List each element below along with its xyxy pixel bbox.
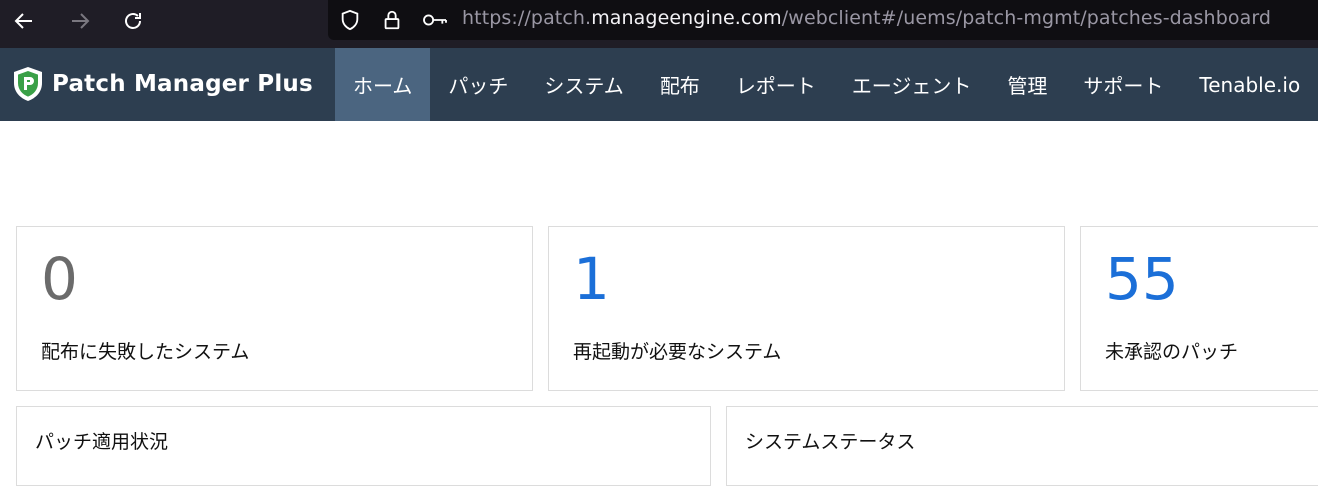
panel-title: パッチ適用状況 — [35, 431, 169, 453]
app-name: Patch Manager Plus — [52, 71, 313, 97]
metric-card-reboot-required[interactable]: 1 再起動が必要なシステム — [548, 226, 1065, 391]
panel-patch-status: パッチ適用状況 — [16, 406, 711, 486]
metric-label: 再起動が必要なシステム — [573, 341, 782, 363]
metric-value[interactable]: 0 — [41, 245, 78, 313]
menu-item-deployment[interactable]: 配布 — [642, 48, 718, 121]
address-bar[interactable]: https://patch.manageengine.com/webclient… — [328, 0, 1318, 40]
menu-item-admin[interactable]: 管理 — [989, 48, 1065, 121]
menu-item-support[interactable]: サポート — [1065, 48, 1181, 121]
menu-item-tenable[interactable]: Tenable.io — [1181, 48, 1318, 121]
back-arrow-icon[interactable] — [6, 6, 42, 36]
menu-item-reports[interactable]: レポート — [718, 48, 834, 121]
main-menu: ホーム パッチ システム 配布 レポート エージェント 管理 サポート Tena… — [335, 48, 1318, 121]
panel-system-status: システムステータス — [726, 406, 1318, 486]
metric-card-unapproved-patches[interactable]: 55 未承認のパッチ — [1080, 226, 1318, 391]
reload-icon[interactable] — [115, 6, 151, 36]
forward-arrow-icon[interactable] — [62, 6, 98, 36]
app-logo[interactable]: Patch Manager Plus — [12, 66, 313, 102]
menu-item-systems[interactable]: システム — [526, 48, 641, 121]
shield-icon[interactable] — [338, 8, 362, 32]
lock-icon[interactable] — [380, 8, 404, 32]
menu-item-agent[interactable]: エージェント — [834, 48, 990, 121]
metric-value[interactable]: 55 — [1105, 245, 1179, 313]
browser-toolbar: https://patch.manageengine.com/webclient… — [0, 0, 1318, 48]
metric-card-failed-systems[interactable]: 0 配布に失敗したシステム — [16, 226, 533, 391]
metric-label: 未承認のパッチ — [1105, 341, 1239, 363]
metric-label: 配布に失敗したシステム — [41, 341, 250, 363]
menu-item-home[interactable]: ホーム — [335, 48, 431, 121]
patch-manager-logo-icon — [14, 67, 42, 101]
metric-value[interactable]: 1 — [573, 245, 610, 313]
panel-title: システムステータス — [745, 431, 916, 453]
url-text[interactable]: https://patch.manageengine.com/webclient… — [462, 7, 1271, 29]
app-header: Patch Manager Plus ホーム パッチ システム 配布 レポート … — [0, 48, 1318, 121]
key-icon[interactable] — [420, 8, 450, 32]
menu-item-patches[interactable]: パッチ — [430, 48, 526, 121]
